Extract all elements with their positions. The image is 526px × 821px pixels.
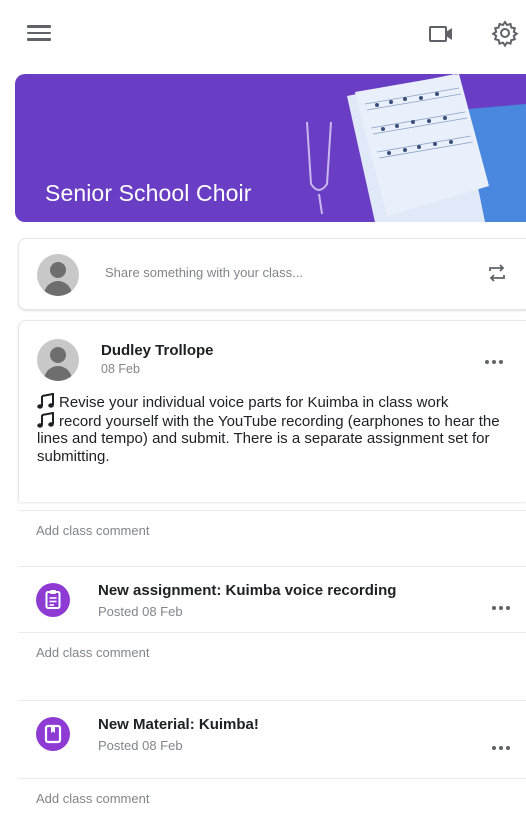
music-note-icon: [37, 393, 54, 409]
more-options-icon[interactable]: [485, 351, 511, 365]
hamburger-menu-icon[interactable]: [26, 22, 52, 46]
more-options-icon[interactable]: [492, 737, 518, 751]
stream-item-title: New Material: Kuimba!: [98, 716, 259, 733]
add-class-comment[interactable]: Add class comment: [18, 778, 526, 821]
comment-placeholder: Add class comment: [36, 523, 150, 538]
music-note-icon: [37, 411, 54, 428]
post-date: 08 Feb: [101, 362, 140, 376]
post-body: Revise your individual voice parts for K…: [37, 393, 507, 465]
material-icon: [36, 717, 70, 751]
share-placeholder: Share something with your class...: [105, 265, 303, 280]
top-app-bar: [0, 0, 526, 66]
comment-placeholder: Add class comment: [36, 645, 150, 660]
gear-icon[interactable]: [490, 18, 520, 48]
more-options-icon[interactable]: [492, 597, 518, 611]
avatar: [37, 339, 79, 381]
add-class-comment[interactable]: Add class comment: [18, 510, 526, 554]
video-camera-icon[interactable]: [424, 20, 460, 48]
class-banner[interactable]: Senior School Choir: [15, 74, 526, 222]
post-author: Dudley Trollope: [101, 342, 214, 359]
post-line-2: record yourself with the YouTube recordi…: [37, 412, 500, 465]
comment-placeholder: Add class comment: [36, 791, 150, 806]
announcement-post: Dudley Trollope 08 Feb Revise your indiv…: [18, 320, 526, 502]
stream-item-assignment[interactable]: New assignment: Kuimba voice recording P…: [18, 566, 526, 630]
stream-item-title: New assignment: Kuimba voice recording: [98, 582, 397, 599]
post-line-1: Revise your individual voice parts for K…: [59, 394, 449, 411]
stream-item-date: Posted 08 Feb: [98, 738, 183, 753]
stream-item-material[interactable]: New Material: Kuimba! Posted 08 Feb: [18, 700, 526, 764]
class-title: Senior School Choir: [45, 180, 252, 206]
share-with-class-box[interactable]: Share something with your class...: [18, 238, 526, 310]
repost-icon[interactable]: [485, 261, 509, 285]
avatar: [37, 254, 79, 296]
stream-item-date: Posted 08 Feb: [98, 604, 183, 619]
assignment-icon: [36, 583, 70, 617]
add-class-comment[interactable]: Add class comment: [18, 632, 526, 676]
